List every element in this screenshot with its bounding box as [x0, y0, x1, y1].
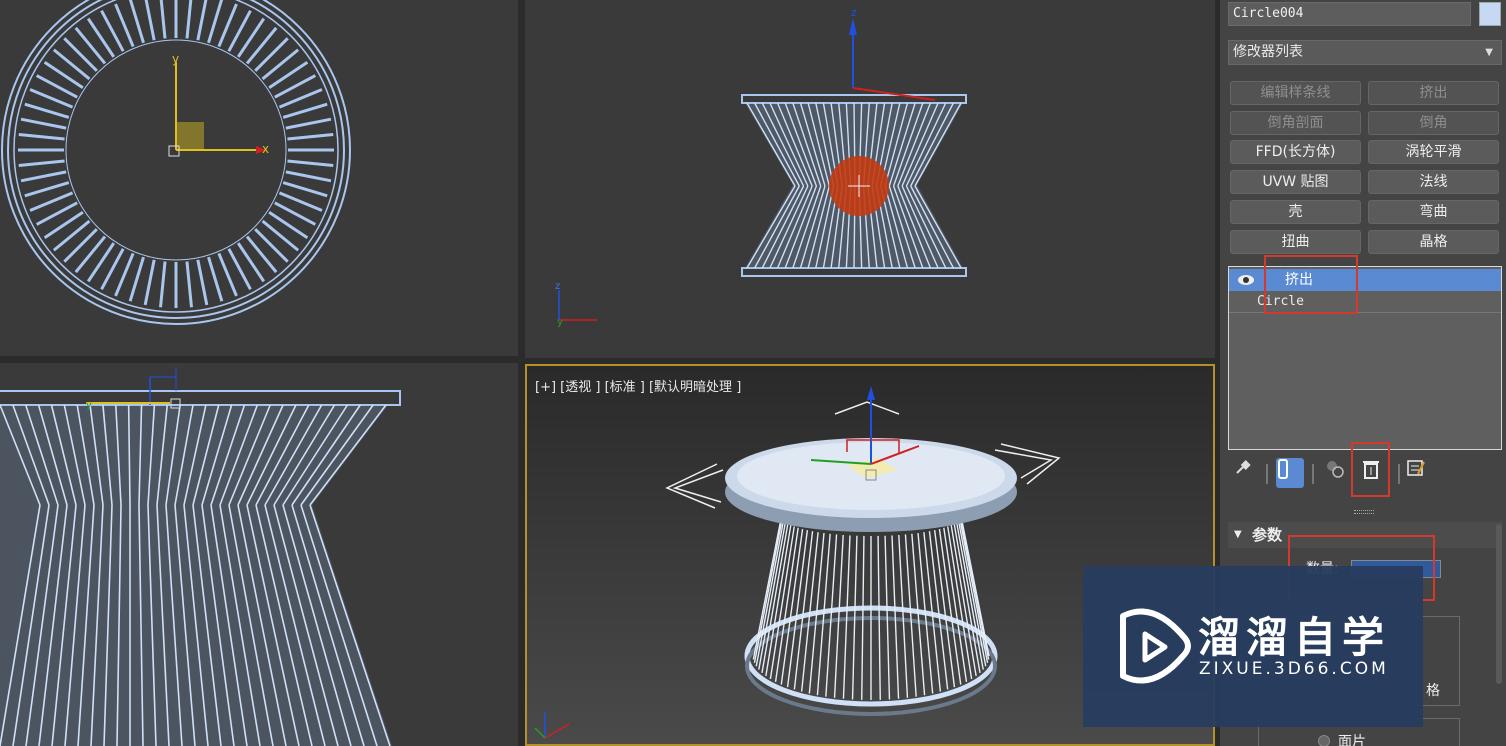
- show-end-result-icon[interactable]: [1276, 458, 1304, 488]
- svg-text:z: z: [555, 281, 560, 292]
- panel-splitter[interactable]: [1354, 510, 1374, 514]
- watermark-url: ZIXUE.3D66.COM: [1199, 659, 1389, 679]
- toolbar-separator: [1312, 464, 1314, 484]
- modifier-list-label: 修改器列表: [1233, 44, 1303, 60]
- watermark-title: 溜溜自学: [1198, 613, 1391, 662]
- modifier-button-bend[interactable]: 弯曲: [1368, 200, 1499, 224]
- chevron-down-icon: ▼: [1485, 47, 1493, 58]
- modifier-button-shell[interactable]: 壳: [1230, 200, 1361, 224]
- pin-stack-icon[interactable]: [1234, 458, 1262, 488]
- modifier-button-edit-spline[interactable]: 编辑样条线: [1230, 81, 1361, 105]
- svg-text:z: z: [851, 6, 857, 19]
- svg-text:y: y: [557, 317, 563, 328]
- watermark-overlay: 溜溜自学 ZIXUE.3D66.COM: [1083, 566, 1423, 727]
- highlight-box-stack: [1264, 255, 1358, 314]
- left-view-wireframe: y: [0, 367, 401, 746]
- modifier-button-bevel[interactable]: 倒角: [1368, 111, 1499, 135]
- modifier-button-ffd-box[interactable]: FFD(长方体): [1230, 140, 1361, 164]
- modifier-button-bevel-profile[interactable]: 倒角剖面: [1230, 111, 1361, 135]
- toolbar-separator: [1398, 464, 1400, 484]
- configure-sets-icon[interactable]: [1406, 458, 1434, 488]
- panel-scrollbar[interactable]: [1496, 524, 1502, 684]
- play-logo-icon: [1120, 608, 1191, 684]
- front-view-wireframe: z z y: [555, 6, 967, 328]
- object-color-swatch[interactable]: [1479, 2, 1501, 26]
- toolbar-separator: [1266, 464, 1268, 484]
- patch-option-label: 面片: [1338, 734, 1366, 746]
- svg-text:y: y: [86, 400, 92, 411]
- modifier-button-normal[interactable]: 法线: [1368, 170, 1499, 194]
- modifier-button-uvw-map[interactable]: UVW 贴图: [1230, 170, 1361, 194]
- grid-option-label: 格: [1426, 683, 1440, 699]
- modifier-button-lattice[interactable]: 晶格: [1368, 230, 1499, 254]
- front-viewport[interactable]: z z y: [525, 0, 1215, 358]
- rollout-title: 参数: [1252, 526, 1283, 544]
- collapse-arrow-icon: ▼: [1234, 529, 1242, 540]
- top-view-wireframe: x y: [1, 0, 351, 325]
- left-viewport[interactable]: y: [0, 363, 518, 746]
- svg-text:x: x: [262, 142, 269, 156]
- modifier-button-twist[interactable]: 扭曲: [1230, 230, 1361, 254]
- eye-icon[interactable]: [1237, 273, 1255, 287]
- object-name-field[interactable]: Circle004: [1228, 2, 1471, 26]
- highlight-box-delete: [1351, 442, 1390, 497]
- modifier-button-turbosmooth[interactable]: 涡轮平滑: [1368, 140, 1499, 164]
- svg-text:y: y: [172, 52, 179, 66]
- patch-radio[interactable]: [1318, 735, 1330, 746]
- make-unique-icon[interactable]: [1324, 458, 1352, 488]
- modifier-list-dropdown[interactable]: 修改器列表 ▼: [1228, 40, 1502, 65]
- modifier-button-extrude[interactable]: 挤出: [1368, 81, 1499, 105]
- top-viewport[interactable]: x y: [0, 0, 518, 356]
